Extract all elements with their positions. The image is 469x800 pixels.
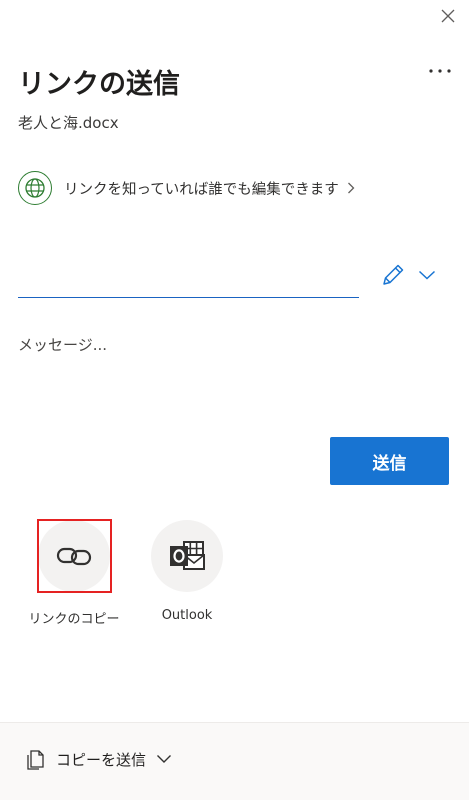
recipient-input[interactable] <box>18 262 359 298</box>
chevron-down-icon <box>157 755 172 763</box>
close-icon <box>441 9 455 23</box>
chevron-down-icon <box>418 270 436 280</box>
outlook-option[interactable]: Outlook <box>144 520 230 623</box>
send-copy-button[interactable]: コピーを送信 <box>24 745 172 773</box>
more-options-button[interactable] <box>424 60 456 82</box>
copy-document-icon <box>27 750 44 770</box>
outlook-label: Outlook <box>161 608 213 623</box>
link-settings-label: リンクを知っていれば誰でも編集できます <box>64 181 339 198</box>
highlight-box <box>37 519 112 593</box>
footer-bar: コピーを送信 <box>0 722 469 800</box>
message-input[interactable] <box>18 334 448 414</box>
pencil-icon <box>383 264 404 285</box>
outlook-button[interactable] <box>151 520 223 592</box>
chevron-right-icon <box>347 182 355 194</box>
more-icon <box>429 69 451 73</box>
dialog-title: リンクの送信 <box>18 69 180 100</box>
close-button[interactable] <box>434 4 462 28</box>
send-copy-label: コピーを送信 <box>56 750 147 769</box>
file-name: 老人と海.docx <box>18 114 119 132</box>
send-button[interactable]: 送信 <box>330 437 449 485</box>
outlook-icon <box>170 541 205 570</box>
link-settings-button[interactable]: リンクを知っていれば誰でも編集できます <box>18 170 355 206</box>
edit-permission-dropdown[interactable] <box>380 258 442 292</box>
globe-icon <box>18 171 52 205</box>
copy-link-label: リンクのコピー <box>28 612 120 627</box>
